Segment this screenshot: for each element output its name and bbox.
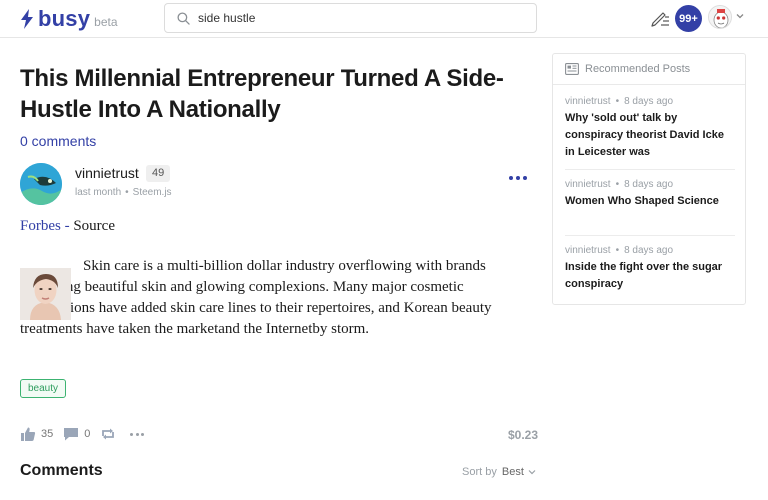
divider	[565, 169, 735, 170]
comments-heading: Comments	[20, 462, 103, 479]
sort-dropdown[interactable]: Sort by Best	[462, 466, 536, 478]
recommended-post-author[interactable]: vinnietrust	[565, 96, 611, 107]
recommended-post-title[interactable]: Inside the fight over the sugar conspira…	[565, 259, 735, 293]
reputation-badge: 49	[146, 165, 171, 182]
author-avatar-image	[20, 163, 62, 205]
comment-button[interactable]: 0	[63, 426, 90, 442]
write-post-icon[interactable]	[650, 8, 670, 28]
recommended-post-meta: vinnietrust • 8 days ago	[565, 96, 735, 107]
user-avatar-icon	[709, 6, 731, 28]
bolt-icon	[21, 9, 33, 29]
dot	[516, 176, 520, 180]
recommended-post-time: 8 days ago	[624, 245, 674, 256]
source-link[interactable]: Forbes	[20, 218, 61, 234]
post-time[interactable]: last month	[75, 187, 121, 198]
thumbs-up-icon	[21, 427, 36, 441]
meta-separator: •	[615, 96, 620, 107]
post-title: This Millennial Entrepreneur Turned A Si…	[20, 65, 504, 123]
divider	[565, 235, 735, 236]
comments-count-link[interactable]: 0 comments	[20, 133, 96, 149]
beta-label: beta	[94, 15, 118, 29]
recommended-post-title[interactable]: Women Who Shaped Science	[565, 193, 735, 210]
meta-separator: •	[615, 179, 620, 190]
recommended-posts-header: Recommended Posts	[553, 54, 745, 85]
dot	[130, 432, 134, 436]
recommended-post-meta: vinnietrust • 8 days ago	[565, 245, 735, 256]
search-box[interactable]	[164, 3, 537, 33]
meta-separator: •	[615, 245, 620, 256]
newspaper-icon	[565, 63, 579, 75]
meta-separator: •	[125, 187, 129, 198]
recommended-post[interactable]: vinnietrust • 8 days ago Inside the fight …	[565, 245, 735, 293]
post-meta: last month • Steem.js	[75, 187, 172, 198]
recommended-post[interactable]: vinnietrust • 8 days ago Why 'sold out' ta…	[565, 96, 735, 161]
sort-value: Best	[501, 466, 524, 478]
like-count: 35	[41, 428, 54, 440]
source-line: Forbes - Source	[20, 218, 115, 235]
author-avatar[interactable]	[20, 163, 62, 205]
recommended-posts-panel: Recommended Posts vinnietrust • 8 days ago…	[552, 53, 746, 305]
reblog-icon	[102, 428, 115, 440]
more-options-icon[interactable]	[509, 176, 527, 182]
search-input[interactable]	[198, 11, 518, 25]
top-bar: busy beta 99+	[0, 0, 768, 38]
comment-icon	[64, 428, 79, 441]
author-name[interactable]: vinnietrust	[75, 165, 139, 181]
chevron-down-icon[interactable]	[736, 12, 744, 20]
post-image[interactable]	[20, 268, 71, 320]
face-photo	[20, 268, 71, 320]
recommended-post-time: 8 days ago	[624, 179, 674, 190]
dot	[141, 432, 145, 436]
recommended-post-author[interactable]: vinnietrust	[565, 245, 611, 256]
post-body: Skin care is a multi-billion dollar indu…	[20, 258, 492, 337]
recommended-post-meta: vinnietrust • 8 days ago	[565, 179, 735, 190]
recommended-posts-title: Recommended Posts	[585, 63, 691, 75]
reblog-button[interactable]	[100, 426, 120, 442]
source-separator: -	[60, 218, 74, 234]
source-label: Source	[73, 218, 115, 234]
sort-label: Sort by	[462, 466, 497, 478]
dot	[523, 176, 527, 180]
comment-count: 0	[84, 428, 91, 440]
user-avatar[interactable]	[708, 5, 732, 29]
tag-beauty[interactable]: beauty	[20, 379, 67, 398]
recommended-post[interactable]: vinnietrust • 8 days ago Women Who Shaped …	[565, 179, 735, 210]
logo-text: busy	[38, 6, 91, 31]
more-actions-icon[interactable]	[130, 432, 145, 436]
like-button[interactable]: 35	[20, 426, 53, 442]
post-app[interactable]: Steem.js	[133, 187, 172, 198]
search-icon	[177, 11, 190, 25]
recommended-post-author[interactable]: vinnietrust	[565, 179, 611, 190]
dot	[509, 176, 513, 180]
chevron-down-icon	[528, 470, 536, 475]
post-actions: 35 0	[20, 425, 154, 443]
payout-value[interactable]: $0.23	[508, 428, 538, 442]
logo[interactable]: busy beta	[20, 6, 118, 32]
notifications-badge[interactable]: 99+	[675, 5, 702, 32]
recommended-post-title[interactable]: Why 'sold out' talk by conspiracy theori…	[565, 110, 735, 161]
recommended-post-time: 8 days ago	[624, 96, 674, 107]
dot	[135, 432, 139, 436]
